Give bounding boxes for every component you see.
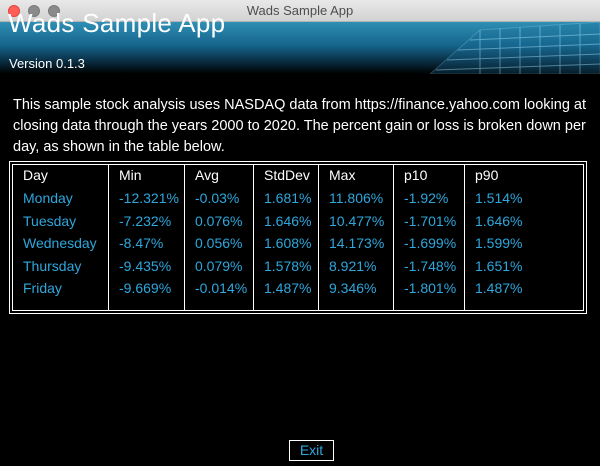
table-cell: 1.599% <box>475 235 523 251</box>
table-cell: -0.014% <box>195 280 248 296</box>
table-column: p10 -1.92% -1.701% -1.699% -1.748% -1.801% <box>393 165 464 310</box>
table-cell: -12.321% <box>119 190 179 206</box>
table-cell: -8.47% <box>119 235 164 251</box>
table-cell: -1.701% <box>404 212 457 229</box>
table-cell: -0.03% <box>195 190 240 206</box>
column-header: Avg <box>195 167 219 183</box>
table-cell: -1.699% <box>404 235 457 251</box>
app-window: Wads Sample App Wads Sample App Version … <box>0 0 600 466</box>
exit-button[interactable]: Exit <box>289 440 334 461</box>
description-text: This sample stock analysis uses NASDAQ d… <box>13 97 587 155</box>
table-cell: Wednesday <box>23 235 97 251</box>
table-column: Day Monday Tuesday Wednesday Thursday Friday <box>13 165 108 310</box>
column-header: Day <box>23 167 48 183</box>
table-cell: 1.578% <box>264 257 312 274</box>
table-cell: 0.056% <box>195 235 243 251</box>
table-cell: 0.079% <box>195 257 243 274</box>
table-cell: -1.92% <box>404 190 449 206</box>
table-cell: 1.608% <box>264 235 312 251</box>
table-cell: 1.681% <box>264 190 312 206</box>
table-cell: 11.806% <box>329 190 384 206</box>
table-cell: 1.487% <box>264 280 312 296</box>
table-cell: -1.801% <box>404 280 457 296</box>
column-header: StdDev <box>264 167 310 183</box>
stats-table-inner: Day Monday Tuesday Wednesday Thursday Friday M… <box>12 164 584 311</box>
table-column: StdDev 1.681% 1.646% 1.608% 1.578% 1.487% <box>253 165 318 310</box>
column-header: p90 <box>475 167 499 183</box>
app-version: Version 0.1.3 <box>9 56 85 71</box>
table-cell: 1.487% <box>475 280 523 296</box>
column-header: Max <box>329 167 356 183</box>
table-column: Avg -0.03% 0.076% 0.056% 0.079% -0.014% <box>184 165 253 310</box>
table-cell: Thursday <box>23 257 82 274</box>
table-cell: -7.232% <box>119 212 172 229</box>
building-graphic <box>429 22 600 74</box>
table-cell: -9.435% <box>119 257 172 274</box>
column-header: Min <box>119 167 142 183</box>
table-cell: -9.669% <box>119 280 172 296</box>
table-cell: -1.748% <box>404 257 457 274</box>
table-cell: 0.076% <box>195 212 243 229</box>
table-cell: Tuesday <box>23 212 77 229</box>
app-title: Wads Sample App <box>8 8 226 38</box>
table-column: Min -12.321% -7.232% -8.47% -9.435% -9.669% <box>108 165 184 310</box>
table-cell: 10.477% <box>329 212 385 229</box>
column-header: p10 <box>404 167 428 183</box>
table-cell: 9.346% <box>329 280 377 296</box>
stats-table: Day Monday Tuesday Wednesday Thursday Friday M… <box>9 161 587 314</box>
table-cell: 1.646% <box>264 212 312 229</box>
table-cell: 1.514% <box>475 190 523 206</box>
table-cell: Friday <box>23 280 62 296</box>
table-column: p90 1.514% 1.646% 1.599% 1.651% 1.487% <box>464 165 585 310</box>
table-column: Max 11.806% 10.477% 14.173% 8.921% 9.346% <box>318 165 393 310</box>
table-cell: Monday <box>23 190 73 206</box>
table-cell: 8.921% <box>329 257 377 274</box>
table-cell: 1.651% <box>475 257 523 274</box>
table-cell: 14.173% <box>329 235 385 251</box>
table-cell: 1.646% <box>475 212 523 229</box>
